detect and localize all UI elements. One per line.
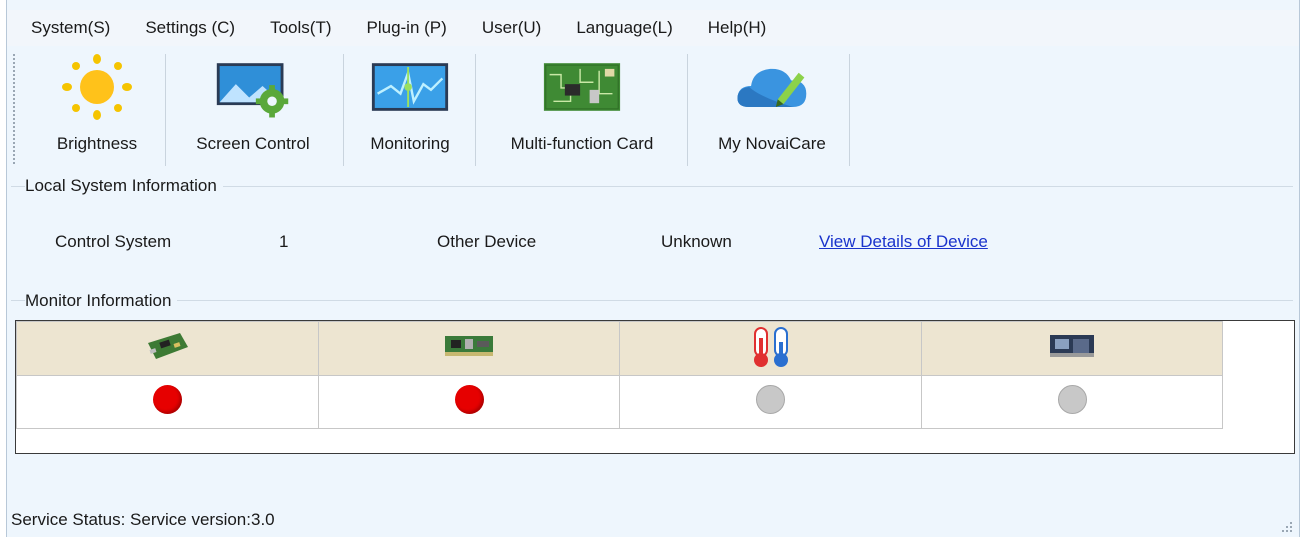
thermometer-icon [749,327,793,372]
toolbar-separator [475,54,476,166]
status-cell [317,375,621,429]
control-system-label: Control System [55,232,172,251]
monitor-info-title: Monitor Information [25,291,178,311]
status-cell [619,375,923,429]
monitor-table [16,321,1223,429]
monitor-status-row [16,375,1223,429]
brightness-button[interactable]: Brightness [37,52,157,168]
monitor-table-frame [15,320,1295,454]
main-window: System(S) Settings (C) Tools(T) Plug-in … [6,0,1300,537]
toolbar: Brightness Screen Control Monitoring Mul… [7,48,1299,172]
toolbar-separator [849,54,850,166]
view-details-link[interactable]: View Details of Device [819,232,988,252]
other-device-value: Unknown [661,232,732,251]
menu-system[interactable]: System(S) [31,18,110,38]
column-header [619,321,923,376]
status-indicator-gray [1057,385,1087,414]
brightness-label: Brightness [56,134,138,153]
my-novaicare-label: My NovaiCare [718,134,826,153]
monitor-waveform-icon [370,52,450,122]
chip-card-icon [1047,335,1097,365]
screen-control-label: Screen Control [196,134,310,153]
service-status-text: Service Status: Service version:3.0 [11,510,275,529]
sun-icon [57,52,137,122]
monitor-header-row [16,321,1223,376]
status-indicator-red [152,385,182,414]
multifunction-card-button[interactable]: Multi-function Card [479,52,685,168]
monitoring-button[interactable]: Monitoring [349,52,471,168]
menu-help[interactable]: Help(H) [708,18,767,38]
menu-bar: System(S) Settings (C) Tools(T) Plug-in … [7,10,1299,46]
resize-grip-icon[interactable] [1281,521,1293,533]
screen-control-button[interactable]: Screen Control [173,52,333,168]
toolbar-separator [165,54,166,166]
column-header [16,321,319,376]
toolbar-separator [687,54,688,166]
receiving-card-icon [144,333,190,365]
toolbar-separator [343,54,344,166]
menu-user[interactable]: User(U) [482,18,542,38]
column-header [317,321,621,376]
menu-tools[interactable]: Tools(T) [270,18,331,38]
control-system-value: 1 [279,232,289,251]
circuit-board-icon [542,52,622,122]
local-system-info-title: Local System Information [25,176,223,196]
status-cell [16,375,319,429]
groupbox-border [11,300,1293,301]
monitoring-label: Monitoring [370,134,450,153]
sending-card-icon [441,336,497,364]
multifunction-card-label: Multi-function Card [510,134,654,153]
other-device-label: Other Device [437,232,537,251]
status-indicator-gray [756,385,786,414]
column-header [921,321,1223,376]
my-novaicare-button[interactable]: My NovaiCare [697,52,847,168]
cloud-pen-icon [732,52,812,122]
screen-gear-icon [213,52,293,122]
menu-settings[interactable]: Settings (C) [145,18,235,38]
toolbar-grip[interactable] [13,54,16,164]
menu-language[interactable]: Language(L) [576,18,672,38]
menu-plugin[interactable]: Plug-in (P) [367,18,447,38]
status-indicator-red [454,385,484,414]
status-cell [921,375,1223,429]
